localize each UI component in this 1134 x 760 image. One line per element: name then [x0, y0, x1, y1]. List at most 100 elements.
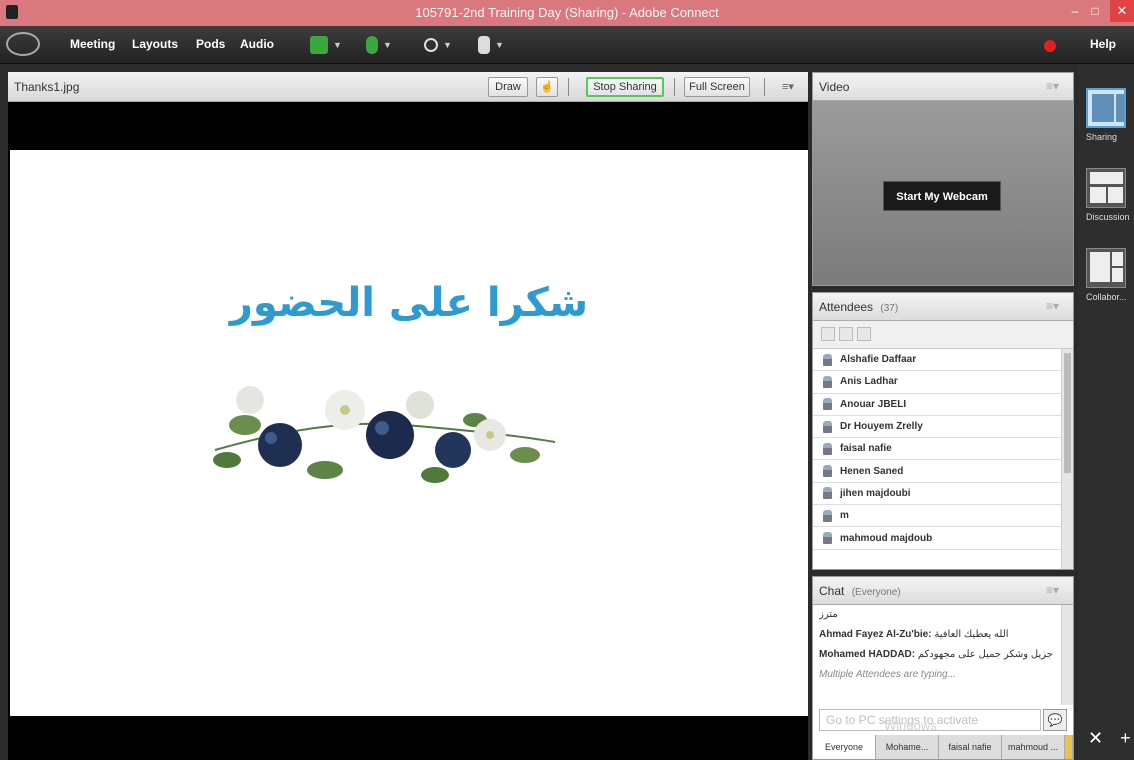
adobe-connect-logo-icon[interactable] [6, 32, 40, 56]
maximize-icon[interactable]: □ [1088, 4, 1102, 18]
layouts-panel: Sharing Discussion Collabor... [1078, 64, 1134, 760]
layout-collaboration[interactable]: Collabor... [1086, 248, 1130, 302]
list-view-icon[interactable] [821, 327, 835, 341]
pod-options-menu-icon[interactable]: ≡▾ [1046, 299, 1059, 313]
layout-controls: ✕ + [1088, 728, 1131, 749]
layout-cell [1090, 187, 1106, 203]
list-item[interactable]: mahmoud majdoub [813, 527, 1061, 550]
start-webcam-button[interactable]: Start My Webcam [883, 181, 1001, 211]
person-icon [823, 509, 832, 522]
chat-scrollbar[interactable] [1061, 605, 1073, 705]
pod-options-menu-icon[interactable]: ≡▾ [1046, 583, 1059, 597]
expand-view-icon[interactable] [839, 327, 853, 341]
delete-layout-icon[interactable]: ✕ [1088, 728, 1103, 748]
menubar: Meeting Layouts Pods Audio ▼ ▼ ▼ ▼ Help [0, 26, 1134, 64]
chat-text: الله يعطيك العافية [934, 629, 1009, 640]
layout-cell [1092, 94, 1114, 122]
list-item[interactable]: Henen Saned [813, 460, 1061, 483]
full-screen-button[interactable]: Full Screen [684, 77, 750, 97]
activation-watermark: Windows [884, 718, 937, 733]
microphone-control[interactable]: ▼ [366, 34, 392, 56]
person-icon [823, 353, 832, 366]
chat-pod-header: Chat (Everyone) ≡▾ [813, 577, 1073, 605]
list-item[interactable]: Anouar JBELI [813, 394, 1061, 416]
chat-pod-title: Chat (Everyone) [819, 584, 901, 598]
sort-icon[interactable] [857, 327, 871, 341]
layout-label: Sharing [1086, 132, 1118, 142]
layout-cell [1112, 268, 1123, 282]
draw-button[interactable]: Draw [488, 77, 528, 97]
pod-options-menu-icon[interactable]: ≡▾ [1046, 79, 1059, 93]
pod-options-menu-icon[interactable]: ≡▾ [782, 80, 794, 93]
help-menu[interactable]: Help [1090, 37, 1116, 51]
chat-tab-private[interactable]: faisal nafie [939, 735, 1002, 759]
toolbar-divider [674, 78, 675, 96]
speaker-icon [310, 36, 328, 54]
raise-hand-icon [478, 36, 490, 54]
list-item[interactable]: faisal nafie [813, 438, 1061, 461]
menu-audio[interactable]: Audio [240, 37, 274, 51]
person-icon [823, 420, 832, 433]
layout-cell [1108, 187, 1123, 203]
attendee-name: jihen majdoubi [840, 487, 911, 499]
share-pod: Thanks1.jpg Draw ☝ Stop Sharing Full Scr… [8, 72, 808, 760]
menu-pods[interactable]: Pods [196, 37, 225, 51]
chat-tab-overflow[interactable] [1065, 735, 1073, 759]
list-item[interactable]: m [813, 505, 1061, 528]
video-area: Start My Webcam [813, 101, 1073, 285]
raise-hand-control[interactable]: ▼ [478, 34, 504, 56]
attendees-pod-title: Attendees (37) [819, 300, 898, 314]
pointer-button[interactable]: ☝ [536, 77, 558, 97]
share-pod-title: Thanks1.jpg [14, 80, 80, 94]
slide-thanks-text: شكرا على الحضور [229, 280, 589, 326]
person-icon [823, 442, 832, 455]
microphone-icon [366, 36, 378, 54]
chat-message: Ahmad Fayez Al-Zu'bie: الله يعطيك العافي… [819, 629, 1055, 640]
attendee-name: Henen Saned [840, 465, 904, 477]
chat-message: مترز [819, 609, 1055, 620]
list-item[interactable]: Alshafie Daffaar [813, 349, 1061, 372]
chat-tab-everyone[interactable]: Everyone [813, 735, 876, 759]
person-icon [823, 375, 832, 388]
scrollbar-thumb[interactable] [1064, 353, 1071, 473]
close-button[interactable]: ✕ [1110, 0, 1134, 22]
chat-sender: Ahmad Fayez Al-Zu'bie: [819, 629, 932, 640]
layout-discussion[interactable]: Discussion [1086, 168, 1130, 222]
menu-meeting[interactable]: Meeting [70, 37, 115, 51]
recording-indicator-icon[interactable] [1044, 40, 1056, 52]
add-layout-icon[interactable]: + [1120, 728, 1131, 748]
window-titlebar: 105791-2nd Training Day (Sharing) - Adob… [0, 0, 1134, 26]
webcam-control[interactable]: ▼ [424, 34, 452, 56]
window-title: 105791-2nd Training Day (Sharing) - Adob… [415, 5, 719, 20]
attendee-name: Anouar JBELI [840, 398, 907, 410]
layout-sharing[interactable]: Sharing [1086, 88, 1130, 142]
minimize-icon[interactable]: – [1068, 4, 1082, 18]
chat-sender: Mohamed HADDAD: [819, 649, 916, 660]
person-icon [823, 487, 832, 500]
attendee-name: Dr Houyem Zrelly [840, 421, 923, 433]
attendee-list: Alshafie Daffaar Anis Ladhar Anouar JBEL… [813, 349, 1061, 550]
attendees-pod-header: Attendees (37) ≡▾ [813, 293, 1073, 321]
speaker-control[interactable]: ▼ [310, 34, 342, 56]
attendee-name: faisal nafie [840, 443, 892, 455]
chat-tab-private[interactable]: mahmoud ... [1002, 735, 1065, 759]
attendees-title-label: Attendees [819, 300, 874, 314]
stop-sharing-button[interactable]: Stop Sharing [586, 77, 664, 97]
floral-garland-image [213, 386, 556, 483]
list-item[interactable]: Anis Ladhar [813, 371, 1061, 394]
person-icon [823, 398, 832, 411]
person-icon [823, 465, 832, 478]
list-item[interactable]: jihen majdoubi [813, 483, 1061, 506]
menu-layouts[interactable]: Layouts [132, 37, 178, 51]
video-pod-header: Video ≡▾ [813, 73, 1073, 101]
list-item[interactable]: Dr Houyem Zrelly [813, 416, 1061, 439]
layout-cell [1112, 252, 1123, 266]
send-message-button[interactable]: 💬 [1043, 709, 1067, 731]
attendees-scrollbar[interactable] [1061, 349, 1073, 569]
chat-pod: Chat (Everyone) ≡▾ مترز Ahmad Fayez Al-Z… [812, 576, 1074, 760]
chat-tab-private[interactable]: Mohame... [876, 735, 939, 759]
pointer-icon: ☝ [540, 81, 554, 93]
layout-collaboration-thumbnail [1086, 248, 1126, 288]
chevron-down-icon: ▼ [333, 40, 342, 50]
layout-label: Collabor... [1086, 292, 1127, 302]
